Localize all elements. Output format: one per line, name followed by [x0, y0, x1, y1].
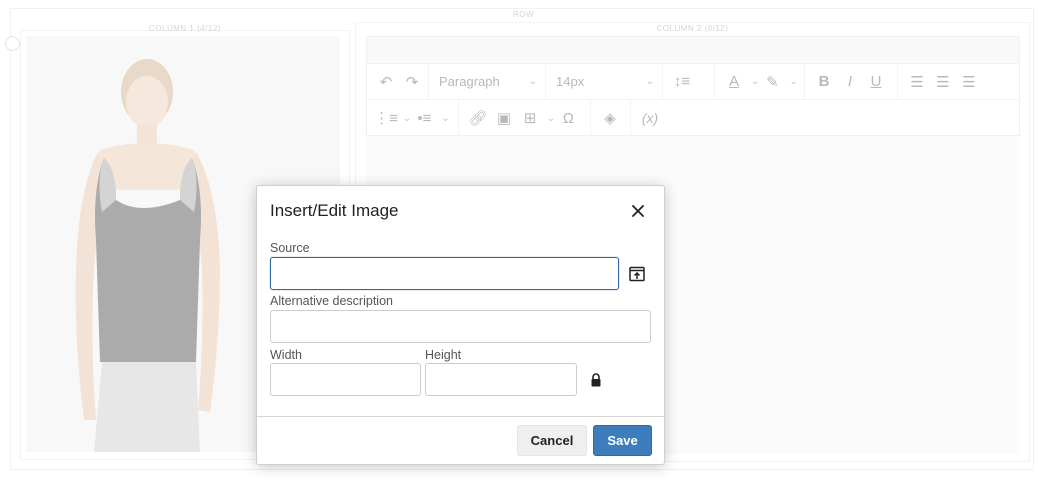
width-label: Width	[270, 348, 302, 362]
save-button[interactable]: Save	[593, 425, 652, 456]
height-input[interactable]	[425, 363, 577, 396]
highlight-icon[interactable]: ✎	[759, 68, 785, 96]
table-icon[interactable]: ⊞	[517, 104, 543, 132]
browse-icon	[629, 266, 645, 282]
drag-handle[interactable]	[5, 36, 20, 51]
source-input[interactable]	[270, 257, 619, 290]
block-format-select[interactable]: Paragraph ⌄	[429, 64, 546, 99]
dialog-footer: Cancel Save	[257, 416, 664, 464]
font-size-value: 14px	[556, 74, 585, 89]
bold-icon[interactable]: B	[811, 68, 837, 96]
italic-icon[interactable]: I	[837, 68, 863, 96]
column-2-label: COLUMN 2 (8/12)	[656, 24, 729, 33]
underline-icon[interactable]: U	[863, 68, 889, 96]
image-icon[interactable]: ▣	[491, 104, 517, 132]
align-right-icon[interactable]: ☰	[956, 68, 982, 96]
align-left-icon[interactable]: ☰	[904, 68, 930, 96]
text-color-icon[interactable]: A	[721, 68, 747, 96]
chevron-down-icon: ⌄	[645, 76, 654, 87]
align-center-icon[interactable]: ☰	[930, 68, 956, 96]
template-icon[interactable]: ◈	[597, 104, 623, 132]
close-icon	[632, 205, 644, 217]
cancel-button[interactable]: Cancel	[517, 425, 587, 456]
product-photo	[75, 59, 220, 452]
undo-icon[interactable]: ↶	[373, 68, 399, 96]
editor-toolbar: ↶ ↷ Paragraph ⌄ 14px ⌄ ↕≡ A ⌄ ✎ ⌄ B I U …	[366, 64, 1020, 136]
chevron-down-icon: ⌄	[403, 112, 412, 124]
width-input[interactable]	[270, 363, 421, 396]
lock-icon[interactable]	[590, 373, 602, 387]
alt-description-label: Alternative description	[270, 294, 393, 308]
link-icon[interactable]: 🔗︎	[465, 104, 491, 132]
chevron-down-icon: ⌄	[789, 76, 798, 87]
insert-image-dialog: Insert/Edit Image Source Alternative des…	[256, 185, 665, 465]
chevron-down-icon: ⌄	[528, 76, 537, 87]
block-format-value: Paragraph	[439, 74, 500, 89]
row-label: ROW	[512, 10, 535, 19]
browse-button[interactable]	[626, 263, 648, 285]
chevron-down-icon: ⌄	[751, 76, 760, 87]
editor-menubar	[366, 36, 1020, 64]
special-character-icon[interactable]: Ω	[555, 104, 581, 132]
chevron-down-icon: ⌄	[547, 112, 556, 124]
numbered-list-icon[interactable]: ⋮≡	[373, 104, 399, 132]
redo-icon[interactable]: ↷	[399, 68, 425, 96]
source-label: Source	[270, 241, 310, 255]
bullet-list-icon[interactable]: •≡	[411, 104, 437, 132]
font-size-select[interactable]: 14px ⌄	[546, 64, 663, 99]
alt-description-input[interactable]	[270, 310, 651, 343]
close-button[interactable]	[627, 200, 649, 222]
line-height-icon[interactable]: ↕≡	[669, 68, 695, 96]
variable-icon[interactable]: (x)	[637, 104, 663, 132]
column-1-label: COLUMN 1 (4/12)	[149, 24, 221, 33]
dialog-title: Insert/Edit Image	[270, 201, 399, 220]
chevron-down-icon: ⌄	[441, 112, 450, 124]
height-label: Height	[425, 348, 462, 362]
